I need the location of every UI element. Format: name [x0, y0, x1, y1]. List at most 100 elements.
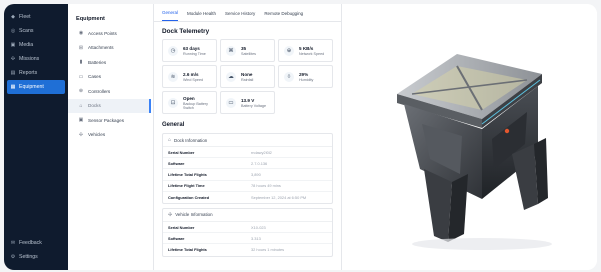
row-value: 3.313 [251, 235, 261, 241]
subnav-item-attachments[interactable]: ⊞ Attachments [68, 41, 153, 56]
telemetry-value: 29% [299, 71, 309, 77]
telemetry-card: ☁ None Rainfall [220, 65, 275, 88]
vehicle-info-header: ✢ Vehicle Information [163, 209, 332, 222]
table-row: Serial Number rndawy2l0l2 [163, 147, 332, 159]
tab-general[interactable]: General [162, 10, 179, 21]
sidebar-item-scans[interactable]: ◎ Scans [4, 24, 68, 38]
sidebar-item-feedback[interactable]: ✉ Feedback [4, 236, 68, 250]
document-icon: ▤ [10, 70, 16, 76]
attachment-icon: ⊞ [78, 44, 84, 51]
row-key: Lifetime Flight Time [168, 183, 205, 189]
telemetry-grid: ◷ 63 days Running Time ⌘ 35 Satellites ⊕ 5… [162, 39, 333, 88]
subnav-item-sensor-packages[interactable]: ▣ Sensor Packages [68, 113, 153, 128]
row-key: Configuration Created [168, 194, 210, 200]
telemetry-grid-row: ⊡ Open Backup Battery Switch ▭ 13.9 V Batt… [162, 91, 333, 114]
row-value: 32 hours 1 minutes [251, 247, 285, 253]
subnav-item-vehicles[interactable]: ✢ Vehicles [68, 128, 153, 143]
telemetry-label: Rainfall [241, 77, 254, 82]
scan-icon: ◎ [10, 28, 16, 34]
battery-icon: ▭ [226, 97, 236, 108]
telemetry-value: 13.9 V [241, 97, 255, 103]
row-key: Lifetime Total Flights [168, 247, 207, 253]
telemetry-card: ⌘ 35 Satellites [220, 39, 275, 62]
telemetry-card: ◊ 29% Humidity [278, 65, 333, 88]
row-value: 3,890 [251, 171, 261, 177]
tab-module-health[interactable]: Module Health [187, 11, 216, 21]
sidebar-item-missions[interactable]: ✣ Missions [4, 52, 68, 66]
telemetry-value: None [241, 71, 253, 77]
dock-model-image [397, 54, 552, 250]
telemetry-value: Open [183, 95, 195, 101]
battery-switch-icon: ⊡ [168, 97, 178, 108]
sidebar-item-label: Missions [19, 56, 40, 62]
telemetry-card: ◷ 63 days Running Time [162, 39, 217, 62]
dock-info-title: Dock Information [174, 137, 208, 143]
sidebar-item-label: Reports [19, 70, 38, 76]
telemetry-label: Battery Voltage [241, 103, 267, 108]
vehicle-info-title: Vehicle Information [175, 212, 213, 218]
subnav-title: Equipment [76, 16, 105, 22]
table-row: Software 3.313 [163, 233, 332, 245]
satellite-icon: ⌘ [226, 45, 236, 56]
case-icon: ▭ [78, 73, 84, 80]
clock-icon: ◷ [168, 45, 178, 56]
dock-icon: ⌂ [168, 137, 172, 143]
table-row: Software 2.7.0.136 [163, 158, 332, 170]
sidebar-item-label: Media [19, 42, 34, 48]
subnav-item-cases[interactable]: ▭ Cases [68, 70, 153, 85]
telemetry-value: 35 [241, 45, 247, 51]
main-sidebar: ◆ Fleet ◎ Scans ▣ Media ✣ Missions ▤ Rep… [4, 4, 68, 270]
feedback-icon: ✉ [10, 240, 16, 246]
subnav-item-batteries[interactable]: ▮ Batteries [68, 55, 153, 70]
cloud-icon: ☁ [226, 71, 236, 82]
row-key: Software [168, 235, 185, 241]
sidebar-item-media[interactable]: ▣ Media [4, 38, 68, 52]
sidebar-item-settings[interactable]: ⚙ Settings [4, 250, 68, 264]
telemetry-heading: Dock Telemetry [162, 28, 210, 35]
fleet-icon: ◆ [11, 14, 15, 20]
battery-icon: ▮ [79, 59, 83, 66]
row-key: Serial Number [168, 149, 195, 155]
controller-icon: ⊕ [78, 88, 84, 95]
tab-service-history[interactable]: Service History [225, 11, 255, 21]
sidebar-item-reports[interactable]: ▤ Reports [4, 66, 68, 80]
telemetry-value: 2.6 m/s [183, 71, 199, 77]
globe-icon: ⊕ [284, 45, 294, 56]
sidebar-item-label: Equipment [19, 84, 44, 90]
row-value: X10-023 [251, 224, 266, 230]
tab-remote-debugging[interactable]: Remote Debugging [264, 11, 303, 21]
subnav-item-label: Access Points [88, 30, 117, 36]
table-row: Configuration Created September 12, 2024 … [163, 192, 332, 203]
app-window: ◆ Fleet ◎ Scans ▣ Media ✣ Missions ▤ Rep… [4, 4, 597, 270]
gear-icon: ⚙ [10, 254, 16, 260]
telemetry-label: Humidity [299, 77, 314, 82]
dock-3d-viewer[interactable] [342, 4, 597, 270]
row-value: 78 hours 49 mins [251, 183, 281, 189]
table-row: Lifetime Flight Time 78 hours 49 mins [163, 181, 332, 192]
route-icon: ✣ [10, 56, 16, 62]
row-key: Serial Number [168, 224, 195, 230]
detail-scroll-area[interactable]: Dock Telemetry ◷ 63 days Running Time ⌘ 3… [154, 22, 341, 261]
sensor-icon: ▣ [78, 117, 84, 124]
subnav-item-controllers[interactable]: ⊕ Controllers [68, 84, 153, 99]
drone-icon: ✢ [78, 131, 84, 138]
subnav-item-label: Docks [88, 103, 101, 109]
telemetry-card: ▭ 13.9 V Battery Voltage [220, 91, 275, 114]
subnav-item-label: Controllers [88, 88, 111, 94]
telemetry-card: ⊡ Open Backup Battery Switch [162, 91, 217, 114]
general-heading: General [162, 122, 185, 128]
subnav-item-docks[interactable]: ⌂ Docks [68, 98, 151, 113]
sidebar-item-label: Settings [19, 254, 38, 260]
sidebar-item-equipment[interactable]: ▦ Equipment [7, 80, 65, 94]
row-value: 2.7.0.136 [251, 160, 268, 166]
table-row: Lifetime Total Flights 32 hours 1 minutes [163, 244, 332, 255]
wifi-icon: ◉ [78, 30, 84, 37]
wind-icon: ≋ [168, 71, 178, 82]
equipment-subnav: Equipment ◉ Access Points ⊞ Attachments … [68, 4, 154, 270]
row-value: September 12, 2024 at 6:50 PM [251, 194, 307, 200]
subnav-item-access-points[interactable]: ◉ Access Points [68, 26, 153, 41]
telemetry-label: Backup Battery Switch [183, 101, 209, 110]
dock-detail-panel: General Module Health Service History Re… [154, 4, 342, 270]
sidebar-item-fleet[interactable]: ◆ Fleet [4, 10, 68, 24]
image-icon: ▣ [10, 42, 16, 48]
